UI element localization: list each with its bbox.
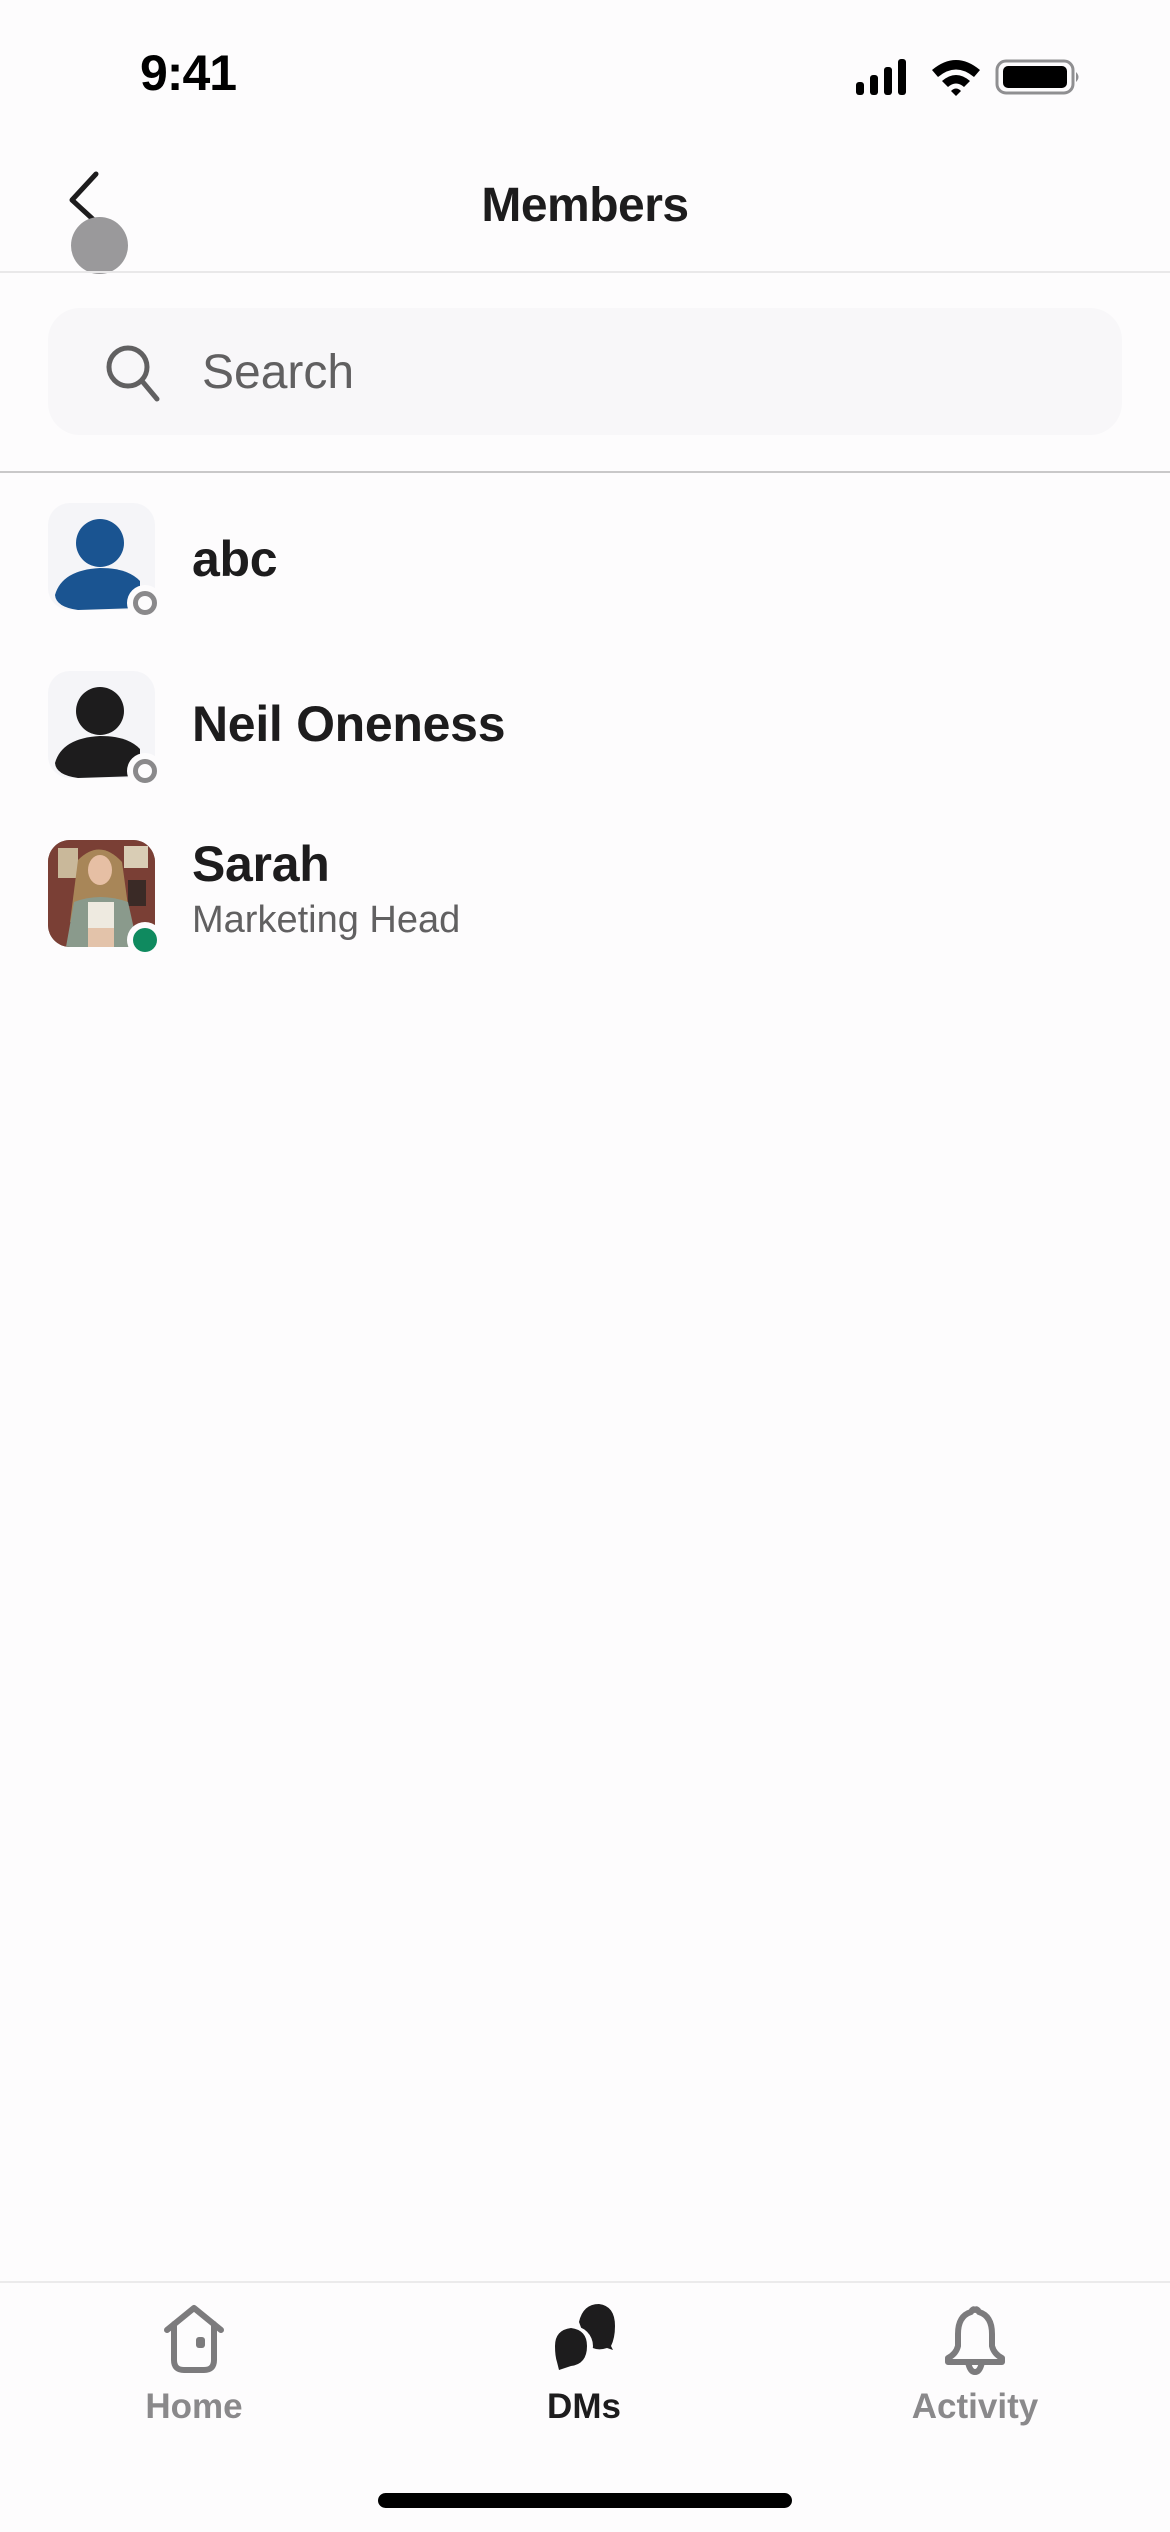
tab-dms[interactable]: DMs — [434, 2290, 734, 2440]
wifi-icon — [932, 60, 980, 96]
tab-bar-divider — [0, 2281, 1170, 2283]
search-divider — [0, 471, 1170, 473]
presence-indicator-away — [127, 585, 163, 621]
member-name: Neil Oneness — [192, 696, 506, 752]
presence-indicator-active — [127, 922, 163, 958]
member-name: Sarah — [192, 836, 330, 892]
home-indicator[interactable] — [378, 2493, 792, 2508]
member-title: Marketing Head — [192, 899, 461, 941]
search-input[interactable] — [202, 332, 1082, 412]
home-icon — [164, 2305, 224, 2373]
tab-home[interactable]: Home — [44, 2290, 344, 2440]
header-divider — [0, 271, 1170, 273]
member-row-abc[interactable]: abc — [0, 480, 1170, 630]
tab-label: Home — [145, 2387, 243, 2426]
tab-label: DMs — [547, 2387, 621, 2426]
presence-indicator-away — [127, 753, 163, 789]
status-time: 9:41 — [140, 45, 237, 101]
battery-icon — [995, 59, 1079, 95]
search-bar[interactable] — [48, 308, 1122, 435]
search-icon — [106, 345, 160, 402]
bell-icon — [945, 2306, 1005, 2376]
tab-activity[interactable]: Activity — [825, 2290, 1125, 2440]
member-row-sarah[interactable]: Sarah Marketing Head — [0, 817, 1170, 967]
status-icons — [856, 59, 1079, 96]
page-title: Members — [481, 179, 689, 232]
member-name: abc — [192, 531, 278, 587]
chat-bubbles-icon — [553, 2304, 615, 2370]
tab-label: Activity — [911, 2387, 1039, 2426]
cellular-signal-icon — [856, 59, 906, 95]
member-row-neil-oneness[interactable]: Neil Oneness — [0, 648, 1170, 798]
